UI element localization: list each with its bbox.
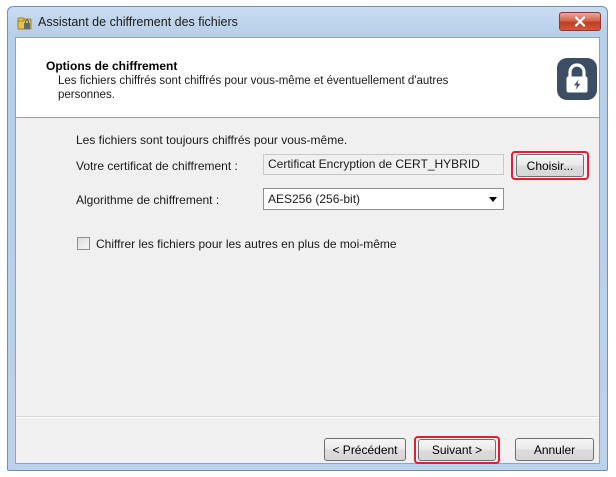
algorithm-selected-value: AES256 (256-bit) [268,192,361,206]
certificate-field: Certificat Encryption de CERT_HYBRID [263,154,504,175]
encrypt-for-others-checkbox[interactable] [77,237,90,250]
back-button[interactable]: < Précédent [324,438,406,461]
folder-lock-icon [17,17,32,30]
certificate-label: Votre certificat de chiffrement : [76,159,238,173]
close-icon [574,16,586,27]
encrypt-for-others-label[interactable]: Chiffrer les fichiers pour les autres en… [96,237,397,251]
choose-certificate-button[interactable]: Choisir... [516,154,584,177]
intro-text: Les fichiers sont toujours chiffrés pour… [76,133,348,147]
algorithm-select[interactable]: AES256 (256-bit) [263,188,504,210]
wizard-content: Options de chiffrement Les fichiers chif… [15,37,600,464]
close-button[interactable] [559,12,601,31]
title-bar[interactable]: Assistant de chiffrement des fichiers [8,7,607,37]
lock-icon [557,58,597,100]
page-title: Options de chiffrement [46,59,178,73]
page-description: Les fichiers chiffrés sont chiffrés pour… [58,75,449,101]
algorithm-label: Algorithme de chiffrement : [76,193,220,207]
window-title: Assistant de chiffrement des fichiers [38,15,238,29]
chevron-down-icon[interactable] [489,197,497,202]
wizard-header: Options de chiffrement Les fichiers chif… [16,38,599,118]
next-button[interactable]: Suivant > [418,439,496,461]
cancel-button[interactable]: Annuler [515,438,594,461]
wizard-window: Assistant de chiffrement des fichiers Op… [7,6,608,471]
footer-divider [16,416,599,418]
